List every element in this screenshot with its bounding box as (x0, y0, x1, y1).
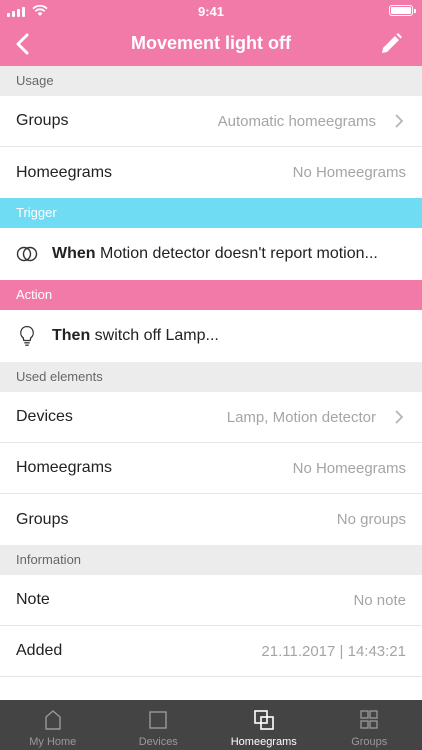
section-header-used-elements: Used elements (0, 362, 422, 392)
section-header-usage: Usage (0, 66, 422, 96)
groups-icon (360, 710, 378, 729)
lightbulb-icon (16, 325, 38, 347)
action-text: Then switch off Lamp... (52, 327, 219, 345)
row-usage-groups[interactable]: Groups Automatic homeegrams (0, 96, 422, 147)
row-value: No Homeegrams (292, 459, 406, 477)
content-list[interactable]: Usage Groups Automatic homeegrams Homeeg… (0, 66, 422, 700)
tab-homeegrams[interactable]: Homeegrams (211, 700, 317, 750)
trigger-keyword: When (52, 245, 96, 262)
top-bar: 9:41 Movement light off (0, 0, 422, 66)
row-label: Groups (16, 112, 69, 129)
section-header-trigger: Trigger (0, 198, 422, 228)
row-label: Devices (16, 408, 73, 425)
tab-devices[interactable]: Devices (106, 700, 212, 750)
row-used-devices[interactable]: Devices Lamp, Motion detector (0, 392, 422, 443)
row-info-added: Added 21.11.2017 | 14:43:21 (0, 626, 422, 677)
row-label: Note (16, 591, 50, 608)
action-keyword: Then (52, 327, 91, 344)
row-label: Added (16, 642, 63, 659)
row-value: Lamp, Motion detector (226, 408, 376, 426)
navigation-bar: Movement light off (0, 22, 422, 66)
row-info-note[interactable]: Note No note (0, 575, 422, 626)
row-value: 21.11.2017 | 14:43:21 (261, 642, 406, 660)
toggle-circles-icon (16, 243, 38, 265)
row-value: Automatic homeegrams (217, 112, 376, 130)
back-chevron-icon[interactable] (10, 30, 38, 58)
row-value: No note (353, 591, 406, 609)
homeegram-icon (253, 710, 274, 730)
row-label: Groups (16, 510, 69, 528)
chevron-right-icon (394, 113, 406, 129)
square-icon (149, 711, 167, 729)
row-label: Homeegrams (16, 459, 113, 476)
tab-label: My Home (29, 736, 77, 748)
house-icon (45, 710, 61, 730)
row-label: Homeegrams (16, 163, 113, 181)
tab-my-home[interactable]: My Home (0, 700, 106, 750)
page-title: Movement light off (131, 33, 291, 53)
trigger-row[interactable]: When Motion detector doesn't report moti… (0, 228, 422, 280)
chevron-right-icon (394, 409, 406, 425)
row-used-homeegrams[interactable]: Homeegrams No Homeegrams (0, 443, 422, 494)
tab-bar: My Home Devices Homeegrams Groups (0, 700, 422, 750)
status-bar: 9:41 (0, 0, 422, 22)
trigger-description: Motion detector doesn't report motion... (95, 245, 378, 262)
section-header-action: Action (0, 280, 422, 310)
row-used-groups[interactable]: Groups No groups (0, 494, 422, 545)
action-description: switch off Lamp... (90, 327, 219, 344)
row-usage-homeegrams[interactable]: Homeegrams No Homeegrams (0, 147, 422, 198)
row-value: No Homeegrams (292, 164, 406, 181)
action-row[interactable]: Then switch off Lamp... (0, 310, 422, 362)
tab-label: Homeegrams (230, 736, 297, 748)
tab-label: Devices (138, 736, 178, 748)
edit-pencil-icon[interactable] (378, 31, 404, 57)
tab-label: Groups (351, 736, 388, 748)
row-value: No groups (336, 511, 406, 528)
battery-icon (389, 5, 416, 16)
status-time: 9:41 (197, 4, 225, 19)
trigger-text: When Motion detector doesn't report moti… (52, 245, 378, 263)
tab-groups[interactable]: Groups (317, 700, 422, 750)
section-header-information: Information (0, 545, 422, 575)
